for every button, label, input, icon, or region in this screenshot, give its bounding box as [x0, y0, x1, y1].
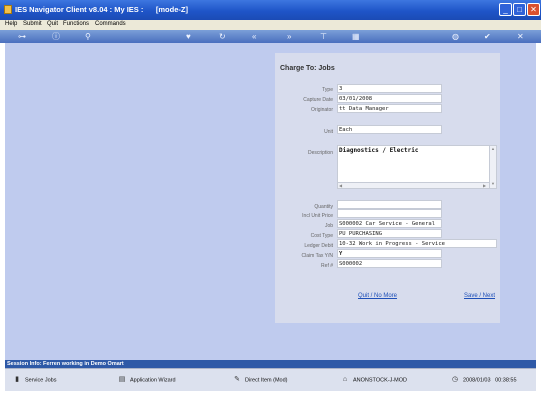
wizard-icon: ▤ — [118, 376, 126, 383]
key-icon[interactable]: ⊶ — [18, 31, 26, 42]
app-icon — [4, 5, 12, 14]
menu-submit[interactable]: Submit — [23, 21, 42, 27]
status-direct-item[interactable]: ✎ Direct Item (Mod) — [233, 376, 287, 384]
globe-icon[interactable]: ◍ — [452, 31, 459, 42]
originator-label: Originator — [311, 107, 333, 113]
grid-icon[interactable]: ▦ — [352, 31, 360, 42]
scroll-right-icon[interactable]: ▶ — [483, 183, 486, 188]
session-info-bar: Session Info: Ferren working in Demo Oma… — [5, 360, 536, 368]
menu-bar: Help Submit Quit Functions Commands — [0, 20, 541, 30]
menu-functions[interactable]: Functions — [63, 21, 89, 27]
minimize-button[interactable]: _ — [499, 3, 512, 16]
menu-commands[interactable]: Commands — [95, 21, 126, 27]
application-window: IES Navigator Client v8.04 : My IES : [m… — [0, 0, 541, 406]
heart-icon[interactable]: ♥ — [186, 31, 191, 42]
rewind-icon[interactable]: « — [252, 31, 256, 42]
search-icon[interactable]: ⚲ — [85, 31, 91, 42]
ref-field[interactable]: S000002 — [337, 259, 442, 268]
scroll-left-icon[interactable]: ◀ — [339, 183, 342, 188]
capture-date-label: Capture Date — [303, 97, 333, 103]
scroll-down-icon[interactable]: ▼ — [491, 181, 495, 186]
claim-tax-label: Claim Tax Y/N — [301, 253, 334, 259]
ledger-debit-field[interactable]: 10-32 Work in Progress - Service — [337, 239, 497, 248]
description-vertical-scrollbar[interactable]: ▲ ▼ — [489, 146, 496, 188]
status-datetime: ◷ 2008/01/03 00:38:55 — [451, 376, 517, 384]
description-horizontal-scrollbar[interactable]: ◀ ▶ — [338, 182, 489, 188]
status-bar: ▮ Service Jobs ▤ Application Wizard ✎ Direc… — [5, 368, 536, 391]
scroll-up-icon[interactable]: ▲ — [491, 146, 495, 151]
close-icon[interactable]: ✕ — [517, 31, 524, 42]
ledger-debit-label: Ledger Debit — [304, 243, 333, 249]
pencil-icon: ✎ — [234, 376, 240, 383]
status-service-jobs[interactable]: ▮ Service Jobs — [13, 376, 56, 384]
quit-no-more-link[interactable]: Quit / No More — [358, 293, 397, 299]
incl-unit-price-field[interactable] — [337, 209, 442, 218]
info-icon[interactable]: ⓘ — [52, 31, 60, 42]
type-field[interactable]: 3 — [337, 84, 442, 93]
type-label: Type — [322, 87, 333, 93]
description-label: Description — [307, 150, 333, 156]
refresh-icon[interactable]: ↻ — [219, 31, 226, 42]
menu-help[interactable]: Help — [5, 21, 17, 27]
filter-icon[interactable]: ⊤ — [320, 31, 327, 42]
document-icon: ▮ — [15, 376, 19, 383]
cost-type-label: Cost Type — [310, 233, 333, 239]
quantity-field[interactable] — [337, 200, 442, 209]
cost-type-field[interactable]: PU PURCHASING — [337, 229, 442, 238]
clock-icon: ◷ — [451, 376, 459, 383]
status-anonstock[interactable]: ⌂ ANONSTOCK-J-MOD — [341, 376, 407, 384]
description-text: Diagnostics / Electric — [339, 147, 419, 154]
unit-field[interactable]: Each — [337, 125, 442, 134]
stock-icon: ⌂ — [342, 376, 348, 383]
quantity-label: Quantity — [314, 204, 333, 210]
menu-quit[interactable]: Quit — [47, 21, 58, 27]
close-button[interactable]: ✕ — [527, 3, 540, 16]
window-bottom — [0, 391, 541, 406]
form-title: Charge To: Jobs — [280, 65, 335, 72]
save-next-link[interactable]: Save / Next — [464, 293, 495, 299]
status-time: 00:38:55 — [495, 377, 517, 384]
title-bar: IES Navigator Client v8.04 : My IES : [m… — [0, 0, 541, 20]
window-title: IES Navigator Client v8.04 : My IES : [m… — [15, 5, 188, 14]
job-label: Job — [324, 223, 333, 229]
claim-tax-field[interactable]: Y — [337, 249, 442, 258]
toolbar: ⊶ ⓘ ⚲ ♥ ↻ « » ⊤ ▦ ◍ ✔ ✕ — [0, 30, 541, 43]
maximize-button[interactable]: □ — [513, 3, 526, 16]
description-field[interactable]: Diagnostics / Electric ▲ ▼ ◀ ▶ — [337, 145, 497, 189]
status-date: 2008/01/03 — [463, 377, 491, 384]
incl-unit-price-label: Incl Unit Price — [302, 213, 333, 219]
check-icon[interactable]: ✔ — [484, 31, 491, 42]
unit-label: Unit — [324, 129, 333, 135]
originator-field[interactable]: tt Data Manager — [337, 104, 442, 113]
capture-date-field[interactable]: 03/01/2008 — [337, 94, 442, 103]
ref-label: Ref # — [321, 263, 333, 269]
status-application-wizard[interactable]: ▤ Application Wizard — [118, 376, 176, 384]
forward-icon[interactable]: » — [287, 31, 291, 42]
job-field[interactable]: S000002 Car Service - General — [337, 219, 442, 228]
